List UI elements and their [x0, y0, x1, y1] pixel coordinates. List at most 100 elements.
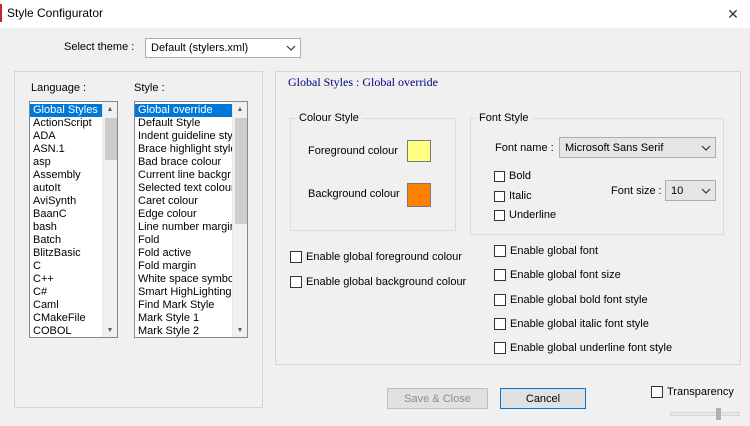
close-icon: ✕ — [727, 5, 739, 22]
enable-global-font-checkbox[interactable]: Enable global font — [494, 245, 598, 257]
style-scrollbar[interactable]: ▲ ▼ — [232, 102, 247, 337]
colour-style-group — [290, 118, 456, 231]
font-size-value: 10 — [671, 184, 684, 197]
triangle-down-icon[interactable]: ▼ — [233, 323, 247, 337]
style-list-item[interactable]: Bad brace colour — [135, 156, 232, 169]
close-button[interactable]: ✕ — [716, 0, 750, 28]
bold-checkbox[interactable]: Bold — [494, 170, 531, 182]
language-list-item[interactable]: BlitzBasic — [30, 247, 102, 260]
enable-global-bold-checkbox[interactable]: Enable global bold font style — [494, 294, 648, 306]
style-list-item[interactable]: Edge colour — [135, 208, 232, 221]
checkbox-box[interactable] — [290, 276, 302, 288]
background-colour-swatch[interactable] — [407, 183, 431, 207]
chevron-down-icon — [701, 186, 711, 196]
language-list-item[interactable]: BaanC — [30, 208, 102, 221]
style-list-item[interactable]: White space symbo — [135, 273, 232, 286]
checkbox-box[interactable] — [494, 342, 506, 354]
checkbox-box[interactable] — [494, 294, 506, 306]
language-list-item[interactable]: ASN.1 — [30, 143, 102, 156]
checkbox-box[interactable] — [494, 209, 505, 221]
language-list-item[interactable]: Assembly — [30, 169, 102, 182]
style-list-item[interactable]: Selected text colour — [135, 182, 232, 195]
language-list-item[interactable]: C — [30, 260, 102, 273]
enable-global-font-size-checkbox[interactable]: Enable global font size — [494, 269, 621, 281]
save-close-button[interactable]: Save & Close — [387, 388, 488, 409]
cancel-button[interactable]: Cancel — [500, 388, 586, 409]
style-list-item[interactable]: Default Style — [135, 117, 232, 130]
language-list-item[interactable]: AviSynth — [30, 195, 102, 208]
language-list-item[interactable]: C# — [30, 286, 102, 299]
enable-global-underline-checkbox[interactable]: Enable global underline font style — [494, 342, 672, 354]
enable-global-font-label: Enable global font — [510, 245, 599, 257]
style-list-item[interactable]: Brace highlight style — [135, 143, 232, 156]
font-style-title: Font Style — [476, 112, 532, 124]
checkbox-box[interactable] — [494, 269, 506, 281]
enable-global-bold-label: Enable global bold font style — [510, 294, 648, 306]
style-list-item[interactable]: Find Mark Style — [135, 299, 232, 312]
checkbox-box[interactable] — [290, 251, 302, 263]
enable-global-bg-checkbox[interactable]: Enable global background colour — [290, 276, 466, 288]
transparency-slider[interactable] — [670, 408, 740, 420]
style-header: Global Styles : Global override — [288, 75, 438, 89]
enable-global-bg-label: Enable global background colour — [306, 276, 467, 288]
style-list-item[interactable]: Fold active — [135, 247, 232, 260]
language-list-item[interactable]: Caml — [30, 299, 102, 312]
language-list-item[interactable]: COBOL — [30, 325, 102, 337]
style-list-item[interactable]: Indent guideline sty — [135, 130, 232, 143]
style-list-item[interactable]: Global override — [135, 104, 232, 117]
language-list-item[interactable]: Batch — [30, 234, 102, 247]
triangle-up-icon[interactable]: ▲ — [103, 102, 117, 116]
language-list-item[interactable]: bash — [30, 221, 102, 234]
font-size-label: Font size : — [611, 185, 662, 197]
language-list[interactable]: Global Styles ActionScript ADA ASN.1 asp Asse… — [29, 101, 118, 338]
colour-style-title: Colour Style — [296, 112, 362, 124]
font-name-select[interactable]: Microsoft Sans Serif — [559, 137, 716, 158]
style-list-item[interactable]: Current line backgr — [135, 169, 232, 182]
checkbox-box[interactable] — [494, 318, 506, 330]
font-size-select[interactable]: 10 — [665, 180, 716, 201]
bold-label: Bold — [509, 170, 532, 182]
title-bar — [0, 0, 750, 28]
underline-checkbox[interactable]: Underline — [494, 209, 556, 221]
language-list-item[interactable]: asp — [30, 156, 102, 169]
style-list-item[interactable]: Mark Style 2 — [135, 325, 232, 337]
style-list-item[interactable]: Mark Style 1 — [135, 312, 232, 325]
transparency-checkbox[interactable]: Transparency — [651, 386, 734, 398]
enable-global-underline-label: Enable global underline font style — [510, 342, 673, 354]
window-title: Style Configurator — [7, 6, 104, 20]
foreground-colour-swatch[interactable] — [407, 140, 431, 162]
theme-select[interactable]: Default (stylers.xml) — [145, 38, 301, 58]
foreground-colour-label: Foreground colour — [308, 145, 398, 157]
language-list-item[interactable]: ADA — [30, 130, 102, 143]
style-label: Style : — [134, 82, 165, 94]
checkbox-box[interactable] — [651, 386, 663, 398]
chevron-down-icon — [286, 43, 296, 53]
style-list-item[interactable]: Smart HighLighting — [135, 286, 232, 299]
language-list-item[interactable]: ActionScript — [30, 117, 102, 130]
style-scroll-thumb[interactable] — [235, 118, 247, 224]
style-list-item[interactable]: Caret colour — [135, 195, 232, 208]
language-list-item[interactable]: CMakeFile — [30, 312, 102, 325]
enable-global-italic-checkbox[interactable]: Enable global italic font style — [494, 318, 649, 330]
checkbox-box[interactable] — [494, 170, 505, 182]
enable-global-fg-checkbox[interactable]: Enable global foreground colour — [290, 251, 462, 263]
enable-global-italic-label: Enable global italic font style — [510, 318, 649, 330]
app-icon — [0, 4, 2, 22]
language-list-item[interactable]: autoIt — [30, 182, 102, 195]
style-list[interactable]: Global override Default Style Indent guide… — [134, 101, 248, 338]
transparency-slider-thumb[interactable] — [716, 408, 721, 420]
style-list-item[interactable]: Line number margin — [135, 221, 232, 234]
italic-checkbox[interactable]: Italic — [494, 190, 532, 202]
triangle-up-icon[interactable]: ▲ — [233, 102, 247, 116]
style-list-item[interactable]: Fold — [135, 234, 232, 247]
checkbox-box[interactable] — [494, 245, 506, 257]
style-list-item[interactable]: Fold margin — [135, 260, 232, 273]
triangle-down-icon[interactable]: ▼ — [103, 323, 117, 337]
language-list-item[interactable]: C++ — [30, 273, 102, 286]
language-label: Language : — [31, 82, 87, 94]
language-scroll-thumb[interactable] — [105, 118, 117, 160]
language-list-item[interactable]: Global Styles — [30, 104, 102, 117]
language-scrollbar[interactable]: ▲ ▼ — [102, 102, 117, 337]
theme-select-value: Default (stylers.xml) — [151, 42, 249, 54]
checkbox-box[interactable] — [494, 190, 505, 202]
